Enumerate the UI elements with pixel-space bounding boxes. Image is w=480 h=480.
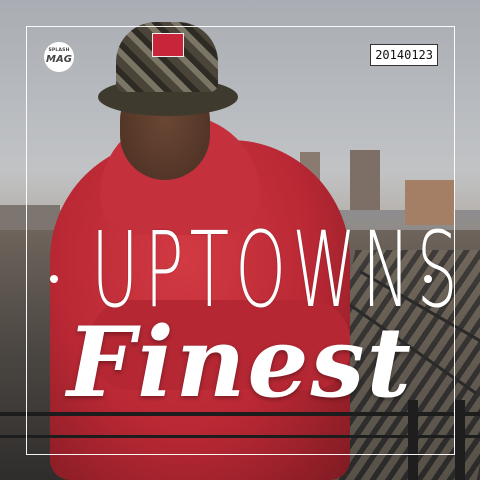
title-finest: Finest: [67, 306, 413, 419]
date-badge: 20140123: [370, 44, 438, 66]
left-dot: [50, 275, 58, 283]
album-cover: SPLASH MAG 20140123 UPTOWNS Finest: [0, 0, 480, 480]
splash-mag-logo: SPLASH MAG: [44, 42, 74, 72]
logo-line2: MAG: [46, 53, 72, 65]
railing-post: [455, 400, 465, 480]
